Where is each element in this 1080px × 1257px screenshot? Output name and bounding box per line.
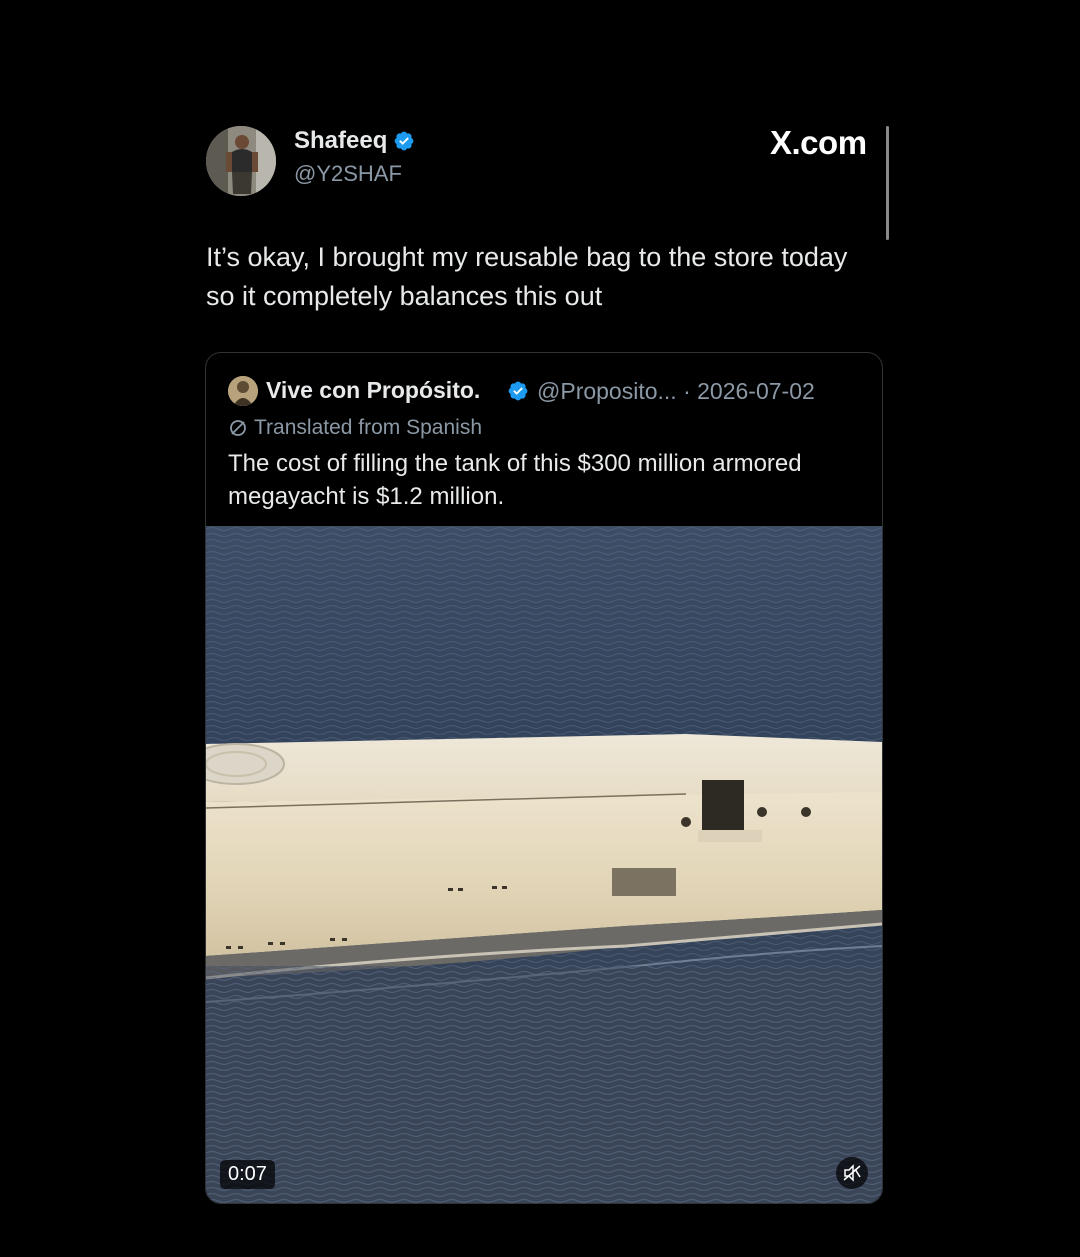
author-name-row[interactable]: Shafeeq <box>294 127 415 155</box>
quoted-author-avatar[interactable] <box>228 376 258 406</box>
author-avatar[interactable] <box>206 126 276 196</box>
verified-badge-icon <box>394 131 414 151</box>
author-handle[interactable]: @Y2SHAF <box>294 161 402 187</box>
quoted-handle-and-date[interactable]: @Proposito... · 2026-07-02 <box>537 378 815 405</box>
brand-watermark: X.com <box>770 124 867 161</box>
video-frame-yacht <box>206 526 882 1203</box>
scroll-indicator <box>886 126 889 240</box>
translated-label: Translated from Spanish <box>254 416 482 439</box>
video-player[interactable]: 0:07 <box>206 526 882 1203</box>
quoted-post-text: The cost of filling the tank of this $30… <box>228 450 802 510</box>
quoted-post-card[interactable]: Vive con Propósito. @Proposito... · 2026… <box>205 352 883 1204</box>
author-display-name[interactable]: Shafeeq <box>294 127 387 155</box>
quoted-author-name[interactable]: Vive con Propósito. <box>266 377 480 404</box>
mute-button[interactable] <box>836 1157 868 1189</box>
video-duration: 0:07 <box>220 1160 275 1189</box>
avatar-photo <box>206 126 276 196</box>
screenshot-frame: Shafeeq @Y2SHAF X.com It’s okay, I broug… <box>0 0 1080 1257</box>
quoted-verified-badge-icon <box>508 381 528 401</box>
quoted-avatar-image <box>228 376 258 406</box>
post-text: It’s okay, I brought my reusable bag to … <box>206 242 848 311</box>
mute-icon <box>843 1164 861 1182</box>
translated-label-row: Translated from Spanish <box>228 416 482 440</box>
translate-icon <box>230 420 246 436</box>
